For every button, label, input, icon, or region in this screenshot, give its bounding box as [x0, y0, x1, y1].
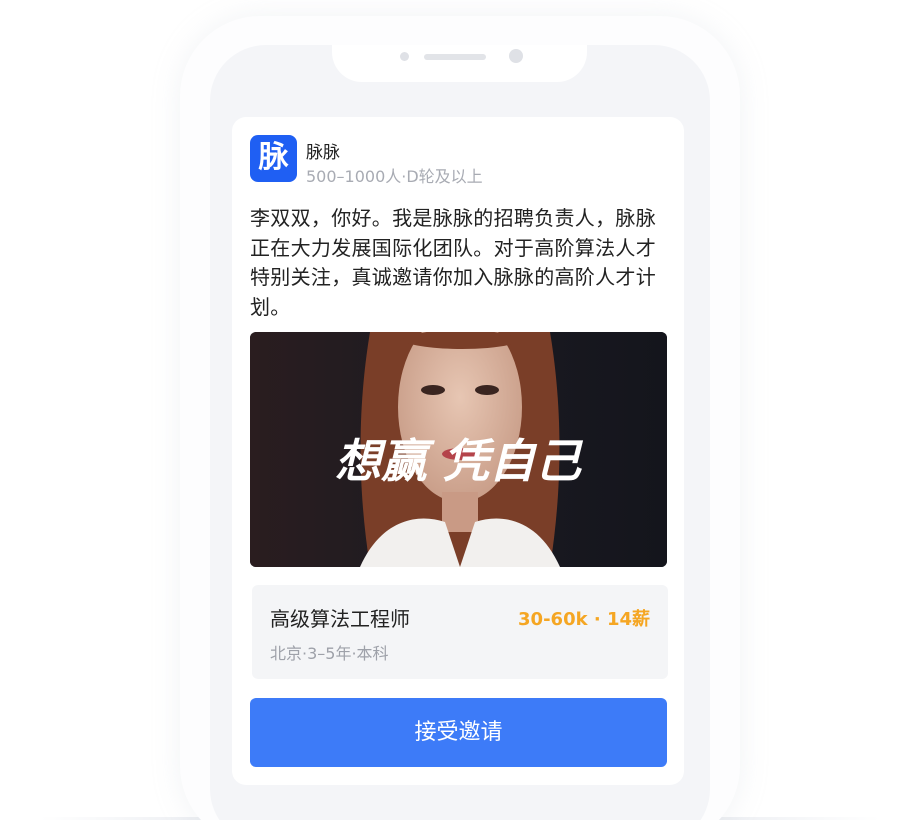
promo-video[interactable]: 想赢 凭自己: [250, 332, 667, 567]
sensor-dot: [400, 52, 409, 61]
invitation-message: 李双双，你好。我是脉脉的招聘负责人，脉脉正在大力发展国际化团队。对于高阶算法人才…: [250, 206, 656, 319]
phone-notch: [332, 45, 587, 82]
company-meta: 500–1000人·D轮及以上: [306, 167, 483, 186]
invitation-card: 脉 脉脉 500–1000人·D轮及以上 李双双，你好。我是脉脉的招聘负责人，脉…: [232, 117, 684, 785]
promo-stage: 脉 脉脉 500–1000人·D轮及以上 李双双，你好。我是脉脉的招聘负责人，脉…: [0, 0, 920, 820]
accept-invitation-button[interactable]: 接受邀请: [250, 698, 667, 767]
company-logo: 脉: [250, 135, 297, 182]
job-summary[interactable]: 高级算法工程师 30-60k · 14薪 北京·3–5年·本科: [252, 585, 668, 679]
video-slogan: 想赢 凭自己: [335, 434, 584, 488]
phone-screen: 脉 脉脉 500–1000人·D轮及以上 李双双，你好。我是脉脉的招聘负责人，脉…: [210, 45, 710, 820]
speaker-grille: [424, 54, 486, 60]
company-name[interactable]: 脉脉: [306, 138, 340, 163]
front-camera: [509, 49, 523, 63]
job-salary: 30-60k · 14薪: [518, 609, 650, 630]
video-frame: 想赢 凭自己: [250, 332, 667, 567]
job-title: 高级算法工程师: [270, 607, 410, 631]
job-meta: 北京·3–5年·本科: [270, 644, 389, 663]
company-logo-glyph: 脉: [258, 140, 289, 175]
